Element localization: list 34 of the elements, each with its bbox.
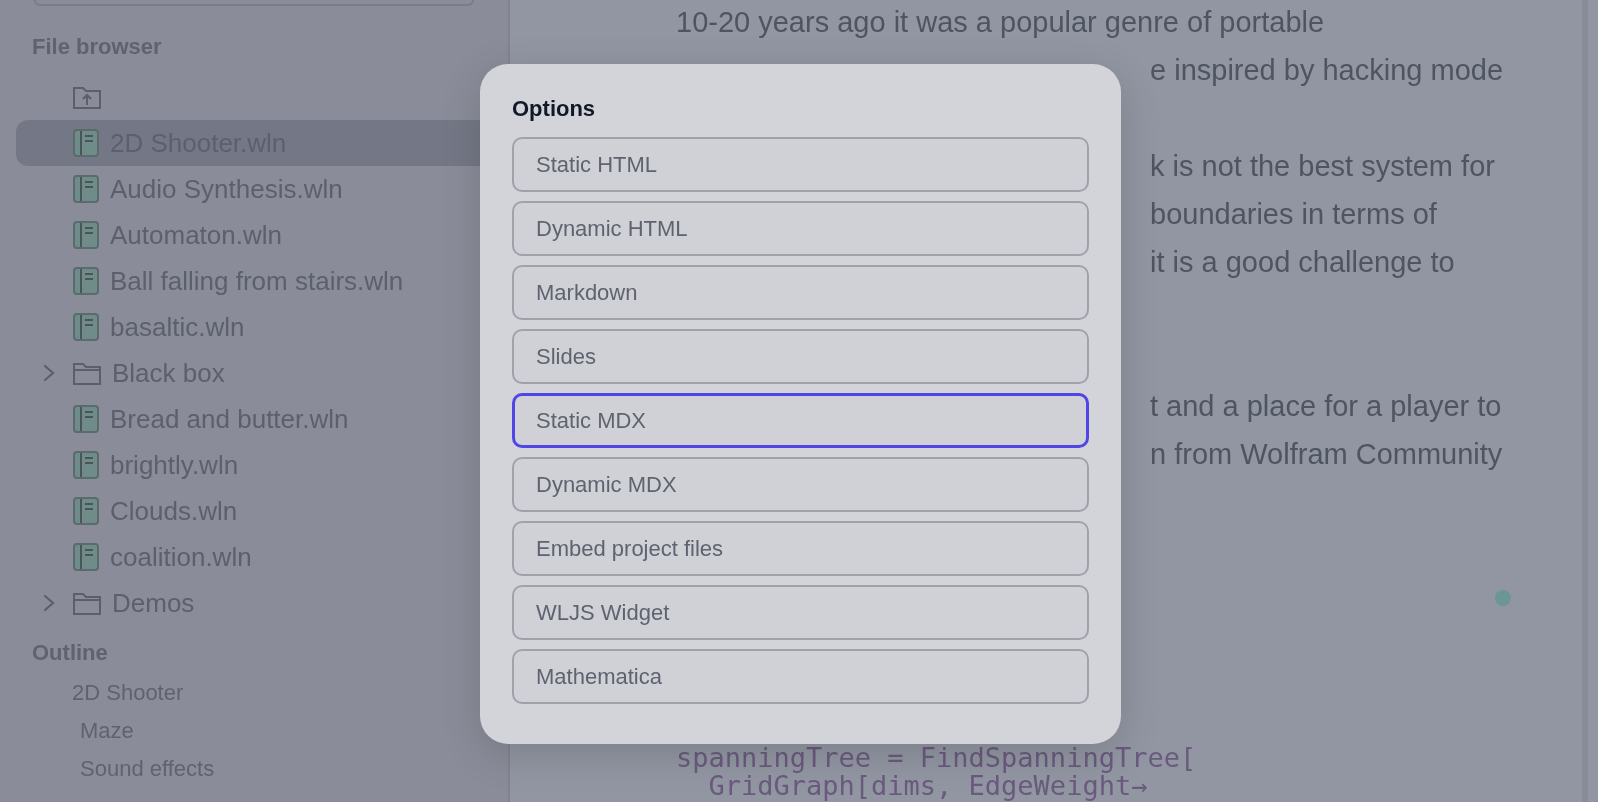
- option-button[interactable]: Dynamic MDX: [512, 457, 1089, 512]
- paragraph-text: k is not the best system for: [1150, 149, 1495, 184]
- chevron-icon[interactable]: [42, 362, 56, 384]
- paragraph-text: it is a good challenge to: [1150, 245, 1455, 280]
- paragraph-text: boundaries in terms of: [1150, 197, 1437, 232]
- folder-up-icon[interactable]: [72, 84, 102, 110]
- folder-icon: [72, 360, 102, 386]
- option-button[interactable]: WLJS Widget: [512, 585, 1089, 640]
- option-button[interactable]: Mathematica: [512, 649, 1089, 704]
- notebook-icon: [72, 404, 100, 434]
- dialog-title: Options: [512, 96, 597, 122]
- notebook-icon: [72, 312, 100, 342]
- notebook-icon: [72, 542, 100, 572]
- code-line: spanningTree = FindSpanningTree[: [676, 744, 1197, 772]
- notebook-icon: [72, 220, 100, 250]
- paragraph-text: e inspired by hacking mode: [1150, 53, 1504, 88]
- option-button[interactable]: Static MDX: [512, 393, 1089, 448]
- folder-icon: [72, 590, 102, 616]
- notebook-icon: [72, 174, 100, 204]
- notebook-icon: [72, 128, 100, 158]
- chevron-icon[interactable]: [42, 592, 56, 614]
- option-button[interactable]: Static HTML: [512, 137, 1089, 192]
- paragraph-text: t and a place for a player to: [1150, 389, 1502, 424]
- paragraph-text: 10-20 years ago it was a popular genre of portable: [676, 5, 1326, 40]
- status-dot-icon: [1495, 590, 1511, 606]
- notebook-icon: [72, 496, 100, 526]
- option-button[interactable]: Embed project files: [512, 521, 1089, 576]
- option-button[interactable]: Slides: [512, 329, 1089, 384]
- notebook-icon: [72, 450, 100, 480]
- option-button[interactable]: Dynamic HTML: [512, 201, 1089, 256]
- option-button[interactable]: Markdown: [512, 265, 1089, 320]
- code-line: GridGraph[dims, EdgeWeight→: [708, 772, 1148, 800]
- notebook-icon: [72, 266, 100, 296]
- paragraph-text: n from Wolfram Community: [1150, 437, 1503, 472]
